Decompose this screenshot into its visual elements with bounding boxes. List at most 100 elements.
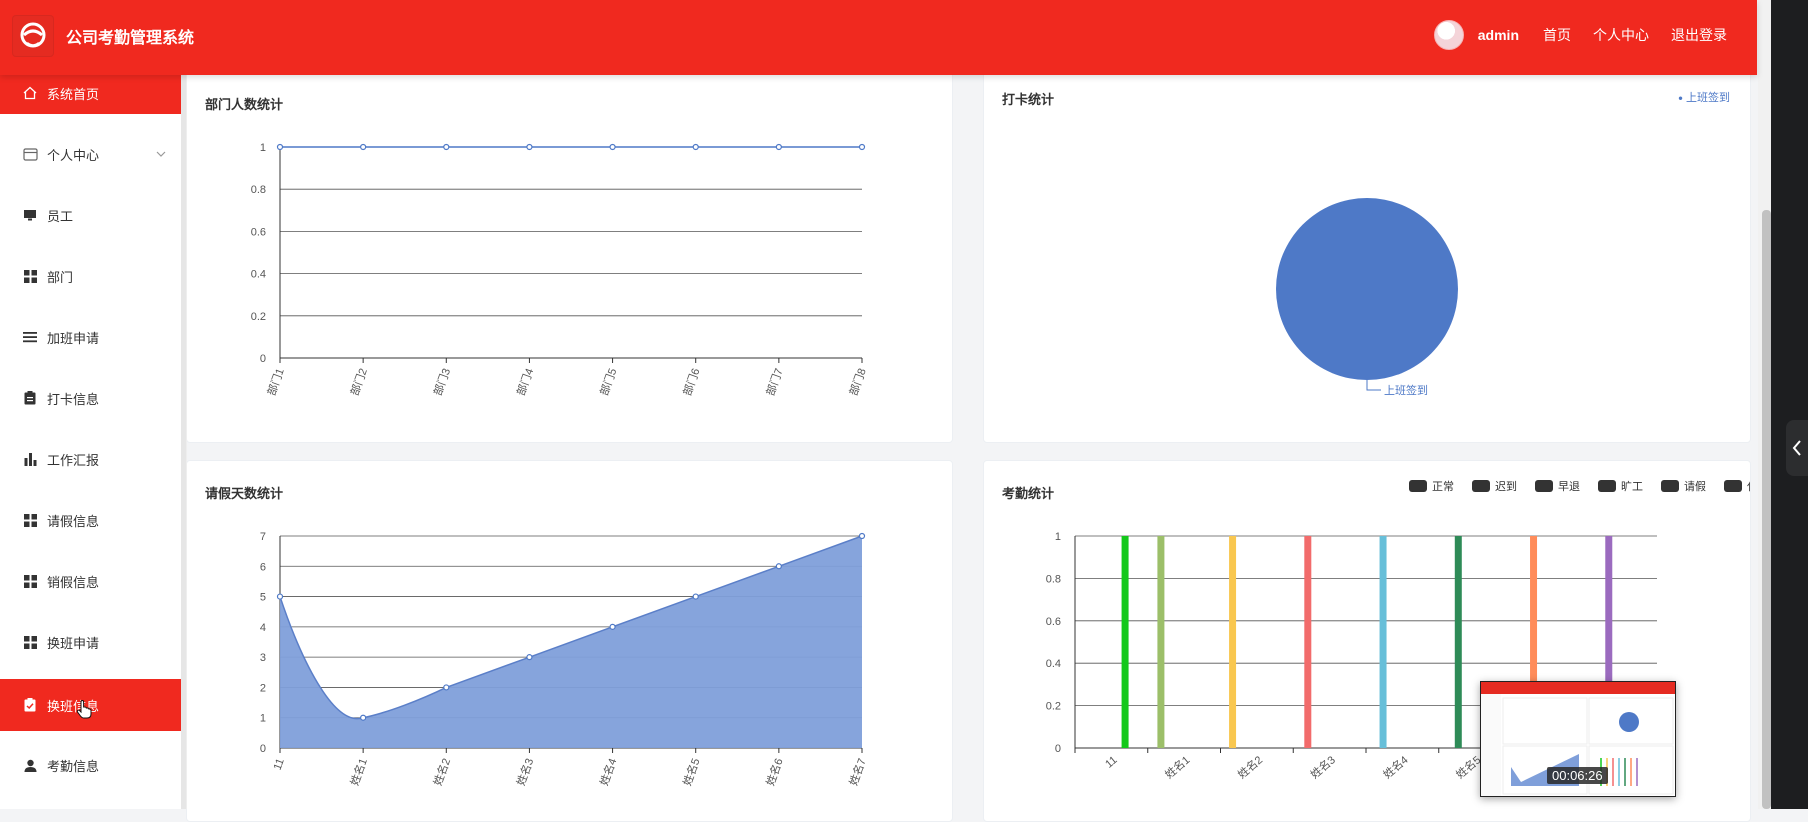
x-tick-label: 部门1 (264, 366, 287, 397)
sidebar-item-label: 个人中心 (47, 147, 100, 163)
data-point (360, 714, 367, 721)
data-point (858, 532, 866, 540)
chevron-left-icon[interactable] (1786, 420, 1808, 476)
y-tick-label: 2 (260, 682, 266, 694)
x-tick-label: 部门2 (347, 366, 370, 397)
x-tick-label: 姓名1 (1162, 753, 1193, 782)
side-panel-gutter (1771, 0, 1808, 809)
sidebar-item-label: 加班申请 (47, 330, 100, 346)
page-scrollbar-thumb[interactable] (1762, 210, 1771, 809)
data-point (775, 563, 782, 570)
hand-cursor-icon (76, 699, 92, 722)
sidebar-item-leave-info[interactable]: 请假信息 (0, 495, 186, 545)
data-point (526, 654, 533, 661)
sidebar-item-shift-info[interactable]: 换班信息 (0, 679, 186, 731)
monitor-icon (22, 207, 38, 223)
x-tick-label: 姓名5 (1453, 753, 1484, 782)
y-tick-label: 0.8 (1046, 573, 1061, 585)
y-tick-label: 5 (260, 592, 266, 604)
sidebar-item-label: 工作汇报 (47, 452, 100, 468)
sidebar-item-leave-cancel[interactable]: 销假信息 (0, 556, 186, 606)
legend-swatch (1409, 480, 1427, 492)
legend-swatch (1598, 480, 1616, 492)
sidebar-item-label: 考勤信息 (47, 758, 100, 774)
leave-area-chart: 0 1 2 3 4 5 6 7 11 姓名1 姓名2 姓名3 姓名4 姓名5 姓名6 姓名7 (260, 531, 869, 787)
sidebar-item-profile[interactable]: 个人中心 (0, 129, 186, 179)
sidebar-item-label: 请假信息 (47, 513, 100, 529)
x-tick-label: 姓名6 (763, 756, 786, 787)
sidebar: 系统首页 个人中心 员工 部门 加班申请 打卡信息 工作汇报 请假信息 销假信息… (0, 72, 187, 809)
bar (1304, 536, 1312, 748)
sidebar-item-label: 系统首页 (47, 86, 100, 102)
sidebar-item-employee[interactable]: 员工 (0, 190, 186, 240)
app-title: 公司考勤管理系统 (66, 30, 195, 47)
sidebar-scrollbar[interactable] (181, 75, 186, 809)
x-tick-label: 姓名4 (1380, 753, 1411, 782)
video-thumbnail[interactable]: 00:06:26 (1480, 681, 1676, 797)
bar (1157, 536, 1165, 748)
clipboard-icon (22, 390, 38, 406)
x-tick-label: 部门7 (763, 366, 786, 397)
home-link[interactable]: 首页 (1539, 25, 1575, 45)
x-tick-label: 11 (1103, 754, 1119, 771)
y-tick-label: 3 (260, 652, 266, 664)
data-point (443, 684, 450, 691)
data-point (858, 143, 866, 151)
y-tick-label: 1 (1055, 531, 1061, 543)
legend-label: 早退 (1558, 480, 1580, 493)
logo-icon (12, 15, 54, 57)
x-tick-label: 部门5 (597, 366, 620, 397)
logout-link[interactable]: 退出登录 (1667, 25, 1731, 45)
data-point (692, 593, 699, 600)
legend-label: 旷工 (1621, 479, 1643, 493)
sidebar-item-clock-info[interactable]: 打卡信息 (0, 373, 186, 423)
x-tick-label: 部门8 (846, 366, 869, 397)
clipboard-check-icon (22, 697, 38, 713)
sidebar-item-home[interactable]: 系统首页 (0, 72, 186, 114)
grid-icon (22, 634, 38, 650)
sidebar-item-work-report[interactable]: 工作汇报 (0, 434, 186, 484)
clock-stats-card: 打卡统计 ● 上班签到 上班签到 (983, 66, 1751, 443)
legend-swatch (1535, 480, 1553, 492)
username: admin (1477, 27, 1519, 43)
x-tick-label: 姓名7 (846, 756, 869, 787)
y-tick-label: 0.2 (1046, 701, 1061, 713)
data-point (443, 143, 450, 151)
y-tick-label: 7 (260, 531, 266, 543)
data-point (609, 143, 616, 151)
x-tick-label: 姓名2 (1235, 753, 1266, 782)
sidebar-item-shift-request[interactable]: 换班申请 (0, 617, 186, 667)
y-tick-label: 0.4 (251, 269, 266, 281)
sidebar-item-overtime-request[interactable]: 加班申请 (0, 312, 186, 362)
y-tick-label: 0.6 (1046, 616, 1061, 628)
data-point (692, 143, 699, 151)
sidebar-item-label: 销假信息 (47, 574, 100, 590)
sidebar-item-label: 换班申请 (47, 635, 100, 651)
data-point (276, 143, 284, 151)
pie-label-line (1366, 380, 1381, 391)
grid-icon (22, 573, 38, 589)
x-tick-label: 姓名5 (680, 756, 703, 787)
sidebar-item-label: 员工 (47, 208, 74, 224)
x-tick-label: 姓名2 (430, 756, 453, 787)
y-tick-label: 6 (260, 561, 266, 573)
data-point (276, 593, 284, 600)
x-tick-label: 11 (272, 757, 287, 772)
y-tick-label: 0.8 (251, 184, 266, 196)
pie-slice-label: 上班签到 (1384, 383, 1428, 397)
sidebar-item-department[interactable]: 部门 (0, 251, 186, 301)
legend-label: 正常 (1432, 480, 1454, 493)
clock-pie-chart: 上班签到 (1276, 198, 1458, 397)
bar (1229, 536, 1237, 748)
y-tick-label: 1 (260, 142, 266, 154)
y-tick-label: 0 (260, 743, 266, 755)
profile-link[interactable]: 个人中心 (1589, 25, 1653, 45)
dept-count-card: 部门人数统计 0 0.2 0.4 0.6 0.8 1 部门1 部门2 部门3 部门4 部门5 部门6 部… (186, 66, 953, 443)
sidebar-item-attendance-info[interactable]: 考勤信息 (0, 740, 186, 790)
bar-chart-icon (22, 451, 38, 467)
user-icon (22, 757, 38, 773)
avatar[interactable] (1433, 20, 1464, 50)
top-header: 公司考勤管理系统 admin 首页 个人中心 退出登录 (0, 0, 1757, 75)
legend-swatch (1472, 480, 1490, 492)
y-tick-label: 0 (1055, 743, 1061, 755)
